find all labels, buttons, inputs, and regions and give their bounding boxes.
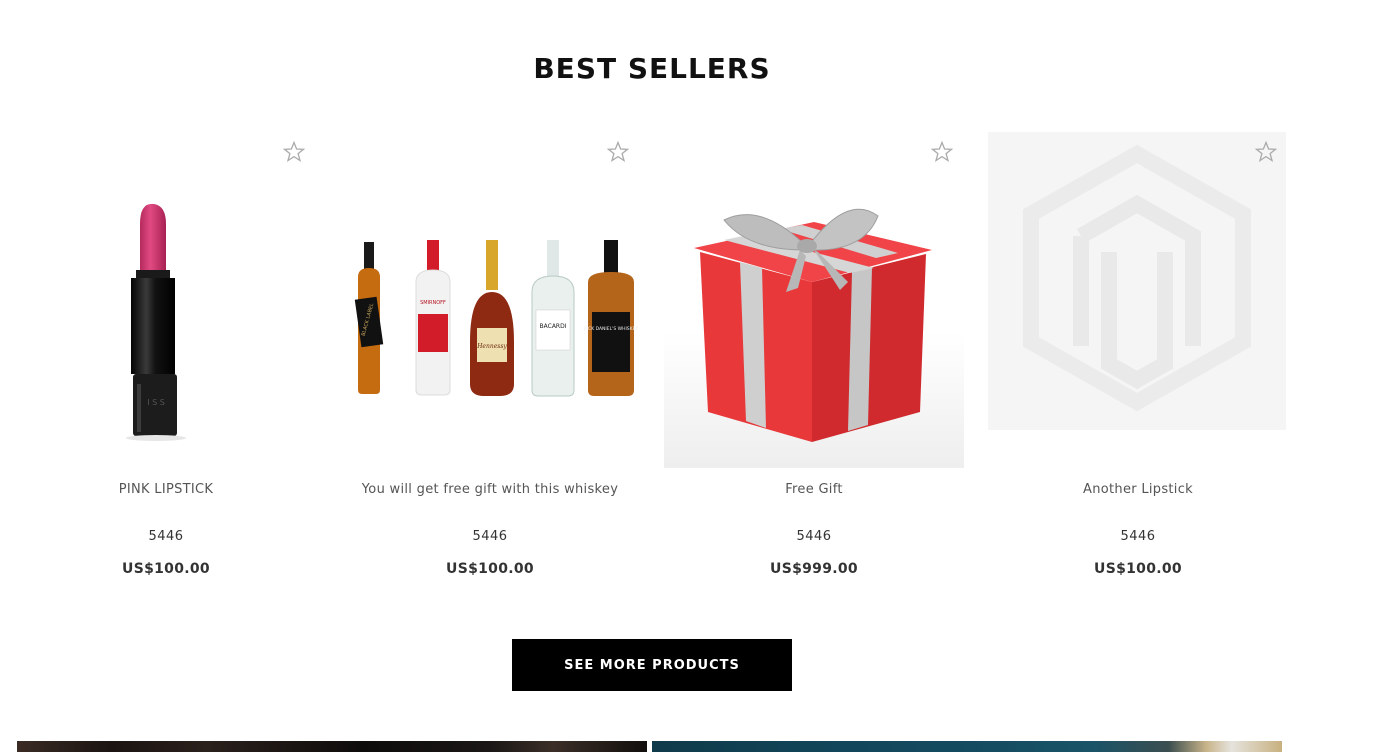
promo-banner-right[interactable] — [652, 741, 1282, 752]
bottle-label-bacardi: BACARDI — [540, 323, 567, 330]
promo-banner-left[interactable] — [17, 741, 647, 752]
product-grid: I S S PINK LIPSTICK 5446 US$100.00 BLACK… — [16, 132, 1296, 592]
product-sku: 5446 — [796, 529, 832, 544]
product-card[interactable]: BLACK LABEL SMIRNOFF Hennessy BACARDI JA… — [340, 132, 640, 592]
product-sku: 5446 — [472, 529, 508, 544]
star-outline-icon[interactable] — [606, 140, 630, 164]
gift-box-image[interactable] — [664, 132, 964, 468]
lipstick-image[interactable]: I S S — [16, 132, 316, 468]
liquor-bottles-image[interactable]: BLACK LABEL SMIRNOFF Hennessy BACARDI JA… — [340, 132, 640, 468]
see-more-products-button[interactable]: SEE MORE PRODUCTS — [512, 639, 792, 691]
product-price: US$100.00 — [1094, 561, 1182, 577]
product-sku: 5446 — [148, 529, 184, 544]
product-price: US$100.00 — [122, 561, 210, 577]
product-price: US$999.00 — [770, 561, 858, 577]
product-sku: 5446 — [1120, 529, 1156, 544]
section-title: BEST SELLERS — [533, 52, 771, 85]
product-card[interactable]: Another Lipstick 5446 US$100.00 — [988, 132, 1288, 592]
product-card[interactable]: Free Gift 5446 US$999.00 — [664, 132, 964, 592]
placeholder-logo-image[interactable] — [988, 132, 1288, 468]
page: BEST SELLERS I S S PINK LIPSTICK 5446 US… — [0, 0, 1392, 752]
star-outline-icon[interactable] — [930, 140, 954, 164]
star-outline-icon[interactable] — [1254, 140, 1278, 164]
svg-text:I S S: I S S — [147, 398, 165, 407]
product-card[interactable]: I S S PINK LIPSTICK 5446 US$100.00 — [16, 132, 316, 592]
product-name[interactable]: Free Gift — [664, 482, 964, 497]
product-price: US$100.00 — [446, 561, 534, 577]
bottle-label-smirnoff: SMIRNOFF — [420, 300, 446, 306]
bottle-label-hennessy: Hennessy — [476, 343, 507, 350]
bottle-label-jack-daniels: JACK DANIEL'S WHISKEY — [583, 326, 639, 332]
product-name[interactable]: You will get free gift with this whiskey — [340, 482, 640, 497]
product-name[interactable]: PINK LIPSTICK — [16, 482, 316, 497]
star-outline-icon[interactable] — [282, 140, 306, 164]
product-name[interactable]: Another Lipstick — [988, 482, 1288, 497]
